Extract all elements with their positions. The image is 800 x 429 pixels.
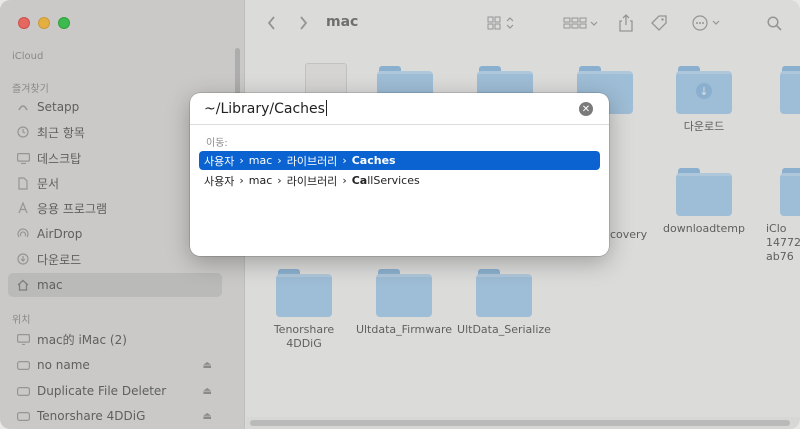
path-separator: › [277,154,282,167]
path-match: Caches [351,154,396,167]
path-rest: llServices [367,174,420,187]
path-separator: › [277,174,282,187]
path-segment: 라이브러리 [286,154,338,168]
path-segment: mac [248,174,273,187]
suggestion-item[interactable]: 사용자 › mac › 라이브러리 › Caches [199,151,600,170]
path-segment: 라이브러리 [286,174,338,188]
path-segment: 사용자 [204,174,235,188]
go-to-folder-dialog: ~/Library/Caches ✕ 이동: 사용자 › mac › 라이브러리… [190,93,609,256]
path-separator: › [342,154,347,167]
path-separator: › [239,174,244,187]
clear-icon[interactable]: ✕ [579,102,593,116]
path-input-value: ~/Library/Caches [204,100,327,117]
path-separator: › [342,174,347,187]
suggestion-item[interactable]: 사용자 › mac › 라이브러리 › Ca llServices [199,171,600,190]
path-input[interactable]: ~/Library/Caches ✕ [190,93,609,125]
go-section-label: 이동: [206,138,228,149]
path-separator: › [239,154,244,167]
path-match: Ca [351,174,368,187]
text-caret [325,100,327,116]
finder-window: iCloud 즐겨찾기 Setapp 최근 항목 데스크탑 문서 응용 프로그램… [0,0,800,429]
path-segment: 사용자 [204,154,235,168]
path-segment: mac [248,154,273,167]
